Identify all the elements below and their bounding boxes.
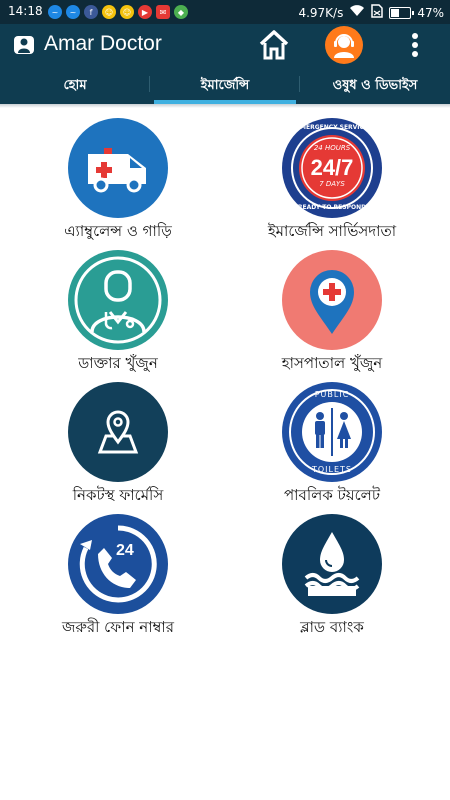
emergency-phone-24-icon: 24 bbox=[68, 514, 168, 614]
maps-icon: ◆ bbox=[174, 5, 188, 19]
tab-emergency[interactable]: ইমার্জেন্সি bbox=[150, 66, 300, 104]
status-time: 14:18 bbox=[8, 4, 43, 18]
app-logo-icon bbox=[14, 36, 34, 54]
no-sim-icon bbox=[371, 4, 384, 21]
service-label: ব্লাড ব্যাংক bbox=[300, 618, 364, 636]
service-label: পাবলিক টয়লেট bbox=[284, 486, 380, 504]
badge-top-text: EMERGENCY SERVICE bbox=[295, 124, 369, 131]
tab-home[interactable]: হোম bbox=[0, 66, 150, 104]
service-find-hospital[interactable]: হাসপাতাল খুঁজুন bbox=[232, 250, 432, 380]
badge-public-text: PUBLIC bbox=[314, 390, 350, 399]
customer-support-icon bbox=[334, 34, 354, 58]
smiley-icon: ☺ bbox=[102, 5, 116, 19]
service-label: নিকটস্থ ফার্মেসি bbox=[72, 486, 164, 504]
app-bar: Amar Doctor bbox=[0, 24, 450, 66]
facebook-icon: f bbox=[84, 5, 98, 19]
emergency-service-24-7-icon: 24/7 24 HOURS 7 DAYS EMERGENCY SERVICE R… bbox=[282, 118, 382, 218]
battery-percent: 47% bbox=[417, 5, 444, 20]
service-ambulance[interactable]: এ্যাম্বুলেন্স ও গাড়ি bbox=[18, 118, 218, 248]
service-label: ডাক্তার খুঁজুন bbox=[78, 354, 158, 372]
wifi-icon bbox=[349, 5, 365, 20]
badge-days-text: 7 DAYS bbox=[319, 180, 345, 188]
overflow-menu-button[interactable] bbox=[408, 33, 422, 59]
service-label: ইমার্জেন্সি সার্ভিসদাতা bbox=[267, 222, 397, 240]
tabs-shadow bbox=[0, 104, 450, 108]
tab-medicine-devices[interactable]: ওষুধ ও ডিভাইস bbox=[300, 66, 450, 104]
support-button[interactable] bbox=[325, 26, 363, 64]
hospital-location-icon bbox=[282, 250, 382, 350]
youtube-icon: ▶ bbox=[138, 5, 152, 19]
tab-bar: হোম ইমার্জেন্সি ওষুধ ও ডিভাইস bbox=[0, 66, 450, 104]
home-button[interactable] bbox=[258, 29, 290, 61]
service-public-toilet[interactable]: PUBLIC TOILETS পাবলিক টয়লেট bbox=[232, 382, 432, 512]
blood-bank-icon bbox=[282, 514, 382, 614]
ambulance-icon bbox=[68, 118, 168, 218]
badge-hours-text: 24 HOURS bbox=[313, 144, 351, 152]
service-blood-bank[interactable]: ব্লাড ব্যাংক bbox=[232, 514, 432, 644]
badge-24-7-text: 24/7 bbox=[310, 155, 354, 180]
badge-bottom-text: READY TO RESPOND bbox=[297, 204, 367, 211]
network-speed: 4.97K/s bbox=[298, 5, 344, 20]
service-label: জরুরী ফোন নাম্বার bbox=[61, 618, 175, 636]
badge-24-text: 24 bbox=[116, 542, 134, 559]
message-icon: ✉ bbox=[156, 5, 170, 19]
service-emergency-provider[interactable]: 24/7 24 HOURS 7 DAYS EMERGENCY SERVICE R… bbox=[232, 118, 432, 248]
battery-icon bbox=[389, 6, 415, 19]
service-label: এ্যাম্বুলেন্স ও গাড়ি bbox=[64, 222, 172, 240]
messenger-icon: ~ bbox=[48, 5, 62, 19]
badge-toilets-text: TOILETS bbox=[311, 465, 353, 474]
messenger-icon: ~ bbox=[66, 5, 80, 19]
notification-icons: ~ ~ f ☺ ☺ ▶ ✉ ◆ bbox=[48, 5, 188, 19]
status-right: 4.97K/s 47% bbox=[298, 4, 444, 21]
public-toilet-icon: PUBLIC TOILETS bbox=[282, 382, 382, 482]
home-icon bbox=[259, 30, 289, 60]
service-emergency-phone[interactable]: 24 জরুরী ফোন নাম্বার bbox=[18, 514, 218, 644]
service-nearby-pharmacy[interactable]: নিকটস্থ ফার্মেসি bbox=[18, 382, 218, 512]
smiley-icon: ☺ bbox=[120, 5, 134, 19]
status-bar: 14:18 ~ ~ f ☺ ☺ ▶ ✉ ◆ 4.97K/s 47% bbox=[0, 0, 450, 24]
service-label: হাসপাতাল খুঁজুন bbox=[281, 354, 383, 372]
service-find-doctor[interactable]: ডাক্তার খুঁজুন bbox=[18, 250, 218, 380]
pharmacy-location-icon bbox=[68, 382, 168, 482]
app-title: Amar Doctor bbox=[44, 32, 162, 55]
doctor-icon bbox=[68, 250, 168, 350]
